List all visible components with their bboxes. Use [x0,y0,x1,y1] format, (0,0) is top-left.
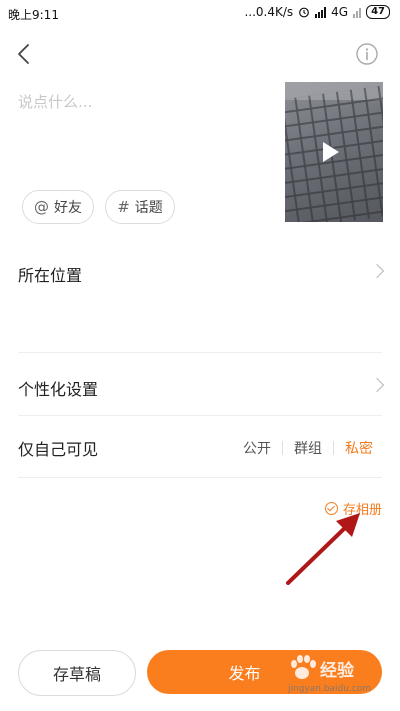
video-thumbnail[interactable] [285,82,383,222]
mention-friend-label: 好友 [54,200,82,216]
location-label: 所在位置 [18,266,83,285]
info-icon [356,43,378,65]
status-bar: 晚上9:11 ...0.4K/s 4G 47 [0,0,400,28]
network-type: 4G [331,5,349,19]
signal-icon [315,6,327,18]
topic-button[interactable]: # 话题 [105,190,175,224]
at-icon: @ [34,198,49,216]
visibility-option-public[interactable]: 公开 [232,438,282,458]
visibility-label: 仅自己可见 [18,440,99,459]
alarm-icon [299,7,310,18]
hash-icon: # [117,198,130,216]
chevron-right-icon [369,263,385,279]
play-icon [323,142,339,162]
publish-label: 发布 [228,664,261,683]
back-chevron-icon [18,44,29,64]
status-time: 晚上9:11 [8,8,59,22]
mention-friend-button[interactable]: @ 好友 [22,190,94,224]
signal-icon-2 [353,7,362,18]
post-text-input[interactable] [18,82,268,122]
topic-label: 话题 [134,200,163,216]
personalize-label: 个性化设置 [18,380,99,399]
visibility-row: 仅自己可见 公开 群组 私密 [0,420,400,472]
save-draft-button[interactable]: 存草稿 [18,650,136,696]
personalize-row[interactable]: 个性化设置 [0,360,400,410]
divider [18,352,382,353]
info-button[interactable] [355,42,379,66]
visibility-option-group[interactable]: 群组 [283,438,333,458]
visibility-option-private[interactable]: 私密 [334,438,384,458]
location-row[interactable]: 所在位置 [0,248,400,293]
annotation-arrow [286,513,360,585]
watermark-text: 经验 [320,661,354,681]
network-speed: ...0.4K/s [244,5,294,19]
visibility-options: 公开 群组 私密 [232,438,384,458]
watermark-url: jingyan.baidu.com [288,684,372,694]
battery-icon: 47 [366,5,390,19]
paw-logo-icon [291,655,316,679]
chevron-right-icon [369,377,385,393]
baidu-watermark: 经验 jingyan.baidu.com [284,654,396,704]
back-button[interactable] [10,40,40,70]
divider [18,477,382,478]
divider [18,415,382,416]
status-indicators: ...0.4K/s 4G 47 [244,5,390,19]
